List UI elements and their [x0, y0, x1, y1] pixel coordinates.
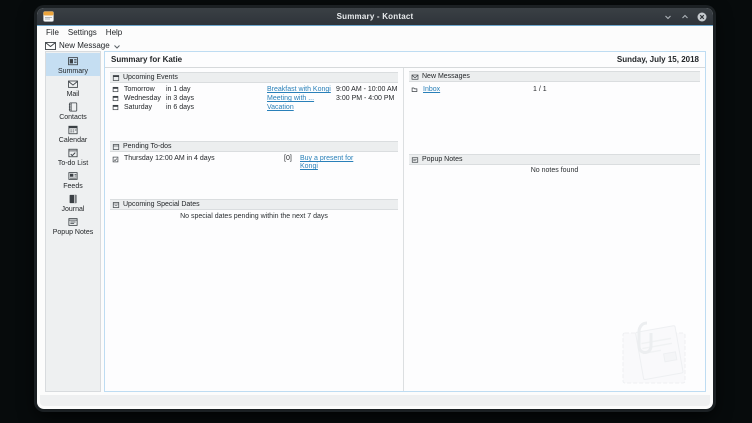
sidebar-item-label: Summary — [58, 68, 88, 75]
event-countdown: in 1 day — [166, 86, 267, 93]
sidebar-item-label: Popup Notes — [53, 229, 93, 236]
left-column: Upcoming Events Tomorrow in 1 day Breakf… — [105, 68, 403, 391]
right-column: New Messages Inbox 1 / 1 Popup Notes No … — [404, 68, 705, 391]
section-title: Pending To-dos — [123, 143, 172, 150]
notes-icon — [411, 156, 419, 164]
sidebar: Summary Mail Contacts — [45, 51, 101, 392]
sidebar-item-journal[interactable]: Journal — [46, 191, 100, 214]
event-countdown: in 6 days — [166, 104, 267, 111]
special-dates-header: Upcoming Special Dates — [110, 199, 398, 210]
event-icon — [112, 86, 124, 93]
event-icon — [112, 104, 124, 111]
sidebar-item-label: To-do List — [58, 160, 88, 167]
event-link[interactable]: Breakfast with Kongi — [267, 86, 336, 93]
menu-file[interactable]: File — [46, 28, 59, 37]
event-time: 9:00 AM - 10:00 AM — [336, 86, 399, 93]
todo-row: Thursday 12:00 AM in 4 days [0] Buy a pr… — [111, 155, 399, 171]
sidebar-item-label: Calendar — [59, 137, 87, 144]
sidebar-item-label: Mail — [67, 91, 80, 98]
contacts-icon — [67, 101, 79, 113]
pending-todos-header: Pending To-dos — [110, 141, 398, 152]
sidebar-item-label: Contacts — [59, 114, 87, 121]
section-title: New Messages — [422, 73, 470, 80]
sidebar-item-calendar[interactable]: Calendar — [46, 122, 100, 145]
event-day: Saturday — [124, 104, 166, 111]
event-link[interactable]: Vacation — [267, 104, 336, 111]
kontact-window: Summary - Kontact File Settings Help — [37, 8, 713, 409]
journal-icon — [67, 193, 79, 205]
todo-icon — [112, 143, 120, 151]
newspaper-icon — [67, 55, 79, 67]
summary-header: Summary for Katie Sunday, July 15, 2018 — [105, 52, 705, 68]
close-button[interactable] — [697, 12, 707, 22]
sidebar-item-label: Feeds — [63, 183, 82, 190]
new-message-button[interactable]: New Message — [59, 41, 110, 50]
todo-due: Thursday 12:00 AM in 4 days — [124, 155, 284, 162]
todo-icon — [67, 147, 79, 159]
section-title: Upcoming Events — [123, 74, 178, 81]
sidebar-item-summary[interactable]: Summary — [46, 53, 100, 76]
folder-icon — [411, 86, 423, 93]
section-title: Popup Notes — [422, 156, 462, 163]
new-messages-header: New Messages — [409, 71, 700, 82]
message-count: 1 / 1 — [533, 86, 701, 93]
event-link[interactable]: Meeting with ... — [267, 95, 336, 102]
popup-notes-header: Popup Notes — [409, 154, 700, 165]
inbox-link[interactable]: Inbox — [423, 86, 533, 93]
titlebar[interactable]: Summary - Kontact — [37, 8, 713, 26]
popup-notes-empty-message: No notes found — [404, 167, 705, 174]
menu-help[interactable]: Help — [106, 28, 122, 37]
statusbar — [40, 395, 710, 406]
sidebar-item-popup-notes[interactable]: Popup Notes — [46, 214, 100, 237]
new-message-icon — [45, 42, 56, 50]
sidebar-item-contacts[interactable]: Contacts — [46, 99, 100, 122]
event-countdown: in 3 days — [166, 95, 267, 102]
todo-item-icon — [112, 156, 124, 163]
event-icon — [112, 95, 124, 102]
current-date: Sunday, July 15, 2018 — [617, 55, 699, 64]
todo-link[interactable]: Buy a present for Kongi — [300, 155, 362, 171]
kontact-app-icon — [43, 11, 54, 22]
chevron-down-icon[interactable] — [114, 45, 120, 49]
event-day: Wednesday — [124, 95, 166, 102]
menu-settings[interactable]: Settings — [68, 28, 97, 37]
message-folder-row: Inbox 1 / 1 — [410, 85, 701, 94]
summary-view: Summary for Katie Sunday, July 15, 2018 … — [104, 51, 706, 392]
event-row: Wednesday in 3 days Meeting with ... 3:0… — [111, 94, 399, 103]
sidebar-item-todo-list[interactable]: To-do List — [46, 145, 100, 168]
notes-icon — [67, 216, 79, 228]
upcoming-events-header: Upcoming Events — [110, 72, 398, 83]
todo-priority: [0] — [284, 155, 300, 162]
calendar-icon — [67, 124, 79, 136]
minimize-button[interactable] — [663, 12, 673, 22]
feeds-icon — [67, 170, 79, 182]
mail-icon — [411, 73, 419, 81]
maximize-button[interactable] — [680, 12, 690, 22]
special-dates-icon — [112, 201, 120, 209]
event-time: 3:00 PM - 4:00 PM — [336, 95, 399, 102]
mail-icon — [67, 78, 79, 90]
event-day: Tomorrow — [124, 86, 166, 93]
event-row: Saturday in 6 days Vacation — [111, 103, 399, 112]
event-row: Tomorrow in 1 day Breakfast with Kongi 9… — [111, 85, 399, 94]
special-dates-empty-message: No special dates pending within the next… — [105, 213, 403, 220]
menubar: File Settings Help — [37, 26, 713, 39]
kontact-watermark-icon — [617, 311, 697, 387]
section-title: Upcoming Special Dates — [123, 201, 200, 208]
sidebar-item-mail[interactable]: Mail — [46, 76, 100, 99]
sidebar-item-label: Journal — [62, 206, 85, 213]
window-title: Summary - Kontact — [37, 12, 713, 21]
page-title: Summary for Katie — [111, 55, 182, 64]
calendar-icon — [112, 74, 120, 82]
sidebar-item-feeds[interactable]: Feeds — [46, 168, 100, 191]
